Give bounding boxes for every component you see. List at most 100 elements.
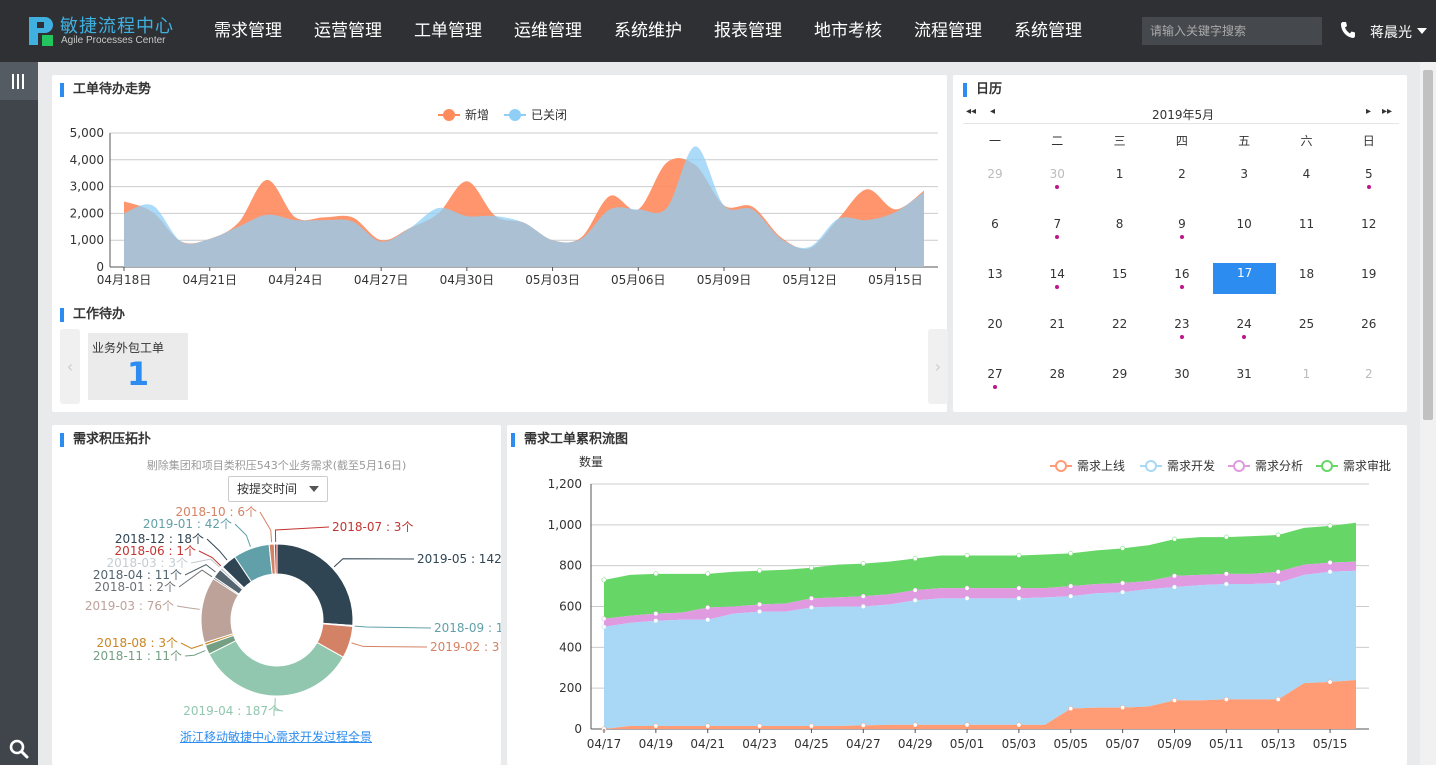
calendar-day[interactable]: 8 [1089, 214, 1151, 246]
nav-item-requirements[interactable]: 需求管理 [198, 0, 298, 62]
calendar-day[interactable]: 27 [964, 364, 1026, 396]
data-point [1275, 696, 1281, 702]
scrollbar-thumb[interactable] [1423, 70, 1433, 420]
calendar-day-number: 13 [987, 267, 1003, 281]
data-point [1068, 550, 1074, 556]
calendar-day[interactable]: 22 [1089, 314, 1151, 346]
carousel-next-button[interactable]: › [928, 329, 948, 404]
calendar-day-number: 25 [1298, 317, 1315, 331]
calendar-day-number: 26 [1361, 317, 1377, 331]
event-dot [993, 385, 997, 389]
nav-item-city-assessment[interactable]: 地市考核 [798, 0, 898, 62]
carousel-prev-button[interactable]: ‹ [60, 329, 80, 404]
data-point [653, 611, 659, 617]
calendar-day[interactable]: 14 [1026, 264, 1088, 296]
calendar-day[interactable]: 9 [1151, 214, 1213, 246]
menu-icon[interactable] [0, 62, 38, 100]
process-overview-link[interactable]: 浙江移动敏捷中心需求开发过程全景 [180, 728, 372, 745]
calendar-day[interactable]: 4 [1276, 164, 1338, 196]
calendar-day-number: 31 [1236, 367, 1252, 381]
label-leader-line [184, 564, 216, 576]
calendar-day[interactable]: 20 [964, 314, 1026, 346]
x-tick-label: 04/25 [794, 737, 829, 751]
nav-item-operations[interactable]: 运营管理 [298, 0, 398, 62]
calendar-day[interactable]: 30 [1026, 164, 1088, 196]
nav-item-system-upkeep[interactable]: 系统维护 [598, 0, 698, 62]
x-tick-label: 05月09日 [697, 273, 752, 287]
prev-year-button[interactable]: ◂◂ [966, 106, 976, 117]
event-dot [1366, 185, 1371, 189]
chevron-down-icon[interactable] [1417, 28, 1427, 34]
sort-select[interactable]: 按提交时间 [228, 476, 328, 502]
calendar-day[interactable]: 10 [1213, 214, 1275, 246]
calendar-day[interactable]: 15 [1089, 264, 1151, 296]
data-point [1327, 679, 1333, 685]
y-tick-label: 4,000 [70, 153, 104, 167]
calendar-day[interactable]: 24 [1213, 314, 1275, 346]
calendar-day[interactable]: 29 [1089, 364, 1151, 396]
label-leader-line [180, 642, 204, 649]
backlog-title: 需求积压拓扑 [60, 433, 151, 447]
calendar-day[interactable]: 5 [1338, 164, 1400, 196]
app-logo[interactable]: 敏捷流程中心 Agile Processes Center [28, 14, 188, 50]
search-input[interactable] [1142, 17, 1322, 45]
page-scrollbar[interactable] [1420, 62, 1436, 765]
calendar-day[interactable]: 18 [1276, 264, 1338, 296]
data-point [860, 604, 866, 609]
slice-label: 2019-04 : 187个 [183, 704, 280, 718]
donut-slice-2019-04 [208, 639, 344, 697]
calendar-day[interactable]: 23 [1151, 314, 1213, 346]
user-name[interactable]: 蒋晨光 [1370, 22, 1412, 42]
calendar-day[interactable]: 28 [1026, 364, 1088, 396]
data-point [1223, 581, 1229, 587]
data-point [1275, 580, 1281, 586]
event-dot [1055, 185, 1060, 189]
calendar-day[interactable]: 26 [1338, 314, 1400, 346]
label-leader-line [234, 523, 251, 547]
calendar-day[interactable]: 13 [964, 264, 1026, 296]
calendar-day[interactable]: 7 [1026, 214, 1088, 246]
data-point [1016, 722, 1022, 728]
x-tick-label: 05月15日 [868, 273, 923, 287]
next-year-button[interactable]: ▸▸ [1382, 106, 1392, 117]
calendar-day[interactable]: 30 [1151, 364, 1213, 396]
calendar-day[interactable]: 12 [1338, 214, 1400, 246]
nav-item-maintenance[interactable]: 运维管理 [498, 0, 598, 62]
todo-card[interactable]: 业务外包工单 1 [88, 333, 188, 400]
next-month-button[interactable]: ▸ [1366, 106, 1371, 117]
calendar-day-number: 28 [1049, 367, 1065, 381]
calendar-day[interactable]: 19 [1338, 264, 1400, 296]
data-point [1327, 569, 1333, 575]
calendar-day-selected[interactable]: 17 [1213, 263, 1277, 294]
data-point [808, 723, 814, 729]
calendar-day-number: 10 [1236, 217, 1252, 231]
prev-month-button[interactable]: ◂ [990, 106, 995, 117]
calendar-day-number: 14 [1049, 267, 1065, 281]
calendar-day[interactable]: 1 [1276, 364, 1338, 396]
calendar-day[interactable]: 31 [1213, 364, 1275, 396]
nav-item-system-admin[interactable]: 系统管理 [998, 0, 1098, 62]
calendar-day[interactable]: 25 [1276, 314, 1338, 346]
calendar-day[interactable]: 2 [1338, 364, 1400, 396]
data-point [653, 618, 659, 624]
calendar-day-number: 30 [1174, 367, 1190, 381]
event-dot [1179, 285, 1184, 289]
calendar-day[interactable]: 11 [1276, 214, 1338, 246]
calendar-day[interactable]: 29 [964, 164, 1026, 196]
data-point [964, 722, 970, 728]
nav-item-process[interactable]: 流程管理 [898, 0, 998, 62]
data-point [912, 556, 918, 561]
backlog-donut-chart: 2019-05 : 142个 2018-09 : 1个 2019-02 : 37个 2… [85, 505, 501, 718]
calendar-day[interactable]: 3 [1213, 164, 1275, 196]
search-icon[interactable] [9, 739, 29, 759]
calendar-day[interactable]: 21 [1026, 314, 1088, 346]
data-point [705, 617, 711, 623]
nav-item-reports[interactable]: 报表管理 [698, 0, 798, 62]
calendar-day-number: 6 [991, 217, 999, 231]
phone-icon[interactable] [1340, 21, 1356, 39]
calendar-day[interactable]: 16 [1151, 264, 1213, 296]
calendar-day[interactable]: 1 [1089, 164, 1151, 196]
nav-item-tickets[interactable]: 工单管理 [398, 0, 498, 62]
calendar-day[interactable]: 2 [1151, 164, 1213, 196]
calendar-day[interactable]: 6 [964, 214, 1026, 246]
